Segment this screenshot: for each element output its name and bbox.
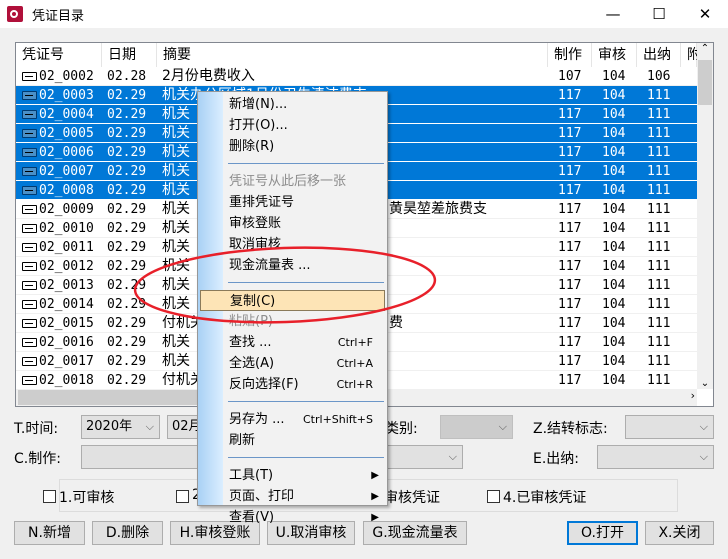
red-ellipse-annotation (133, 246, 437, 324)
